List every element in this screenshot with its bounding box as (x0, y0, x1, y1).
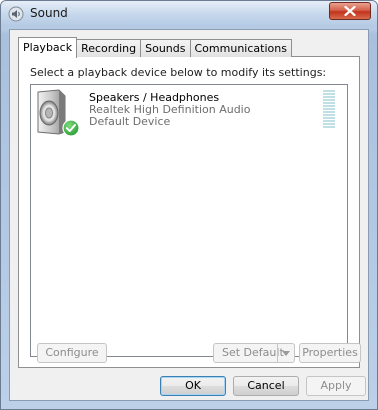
properties-button[interactable]: Properties (299, 343, 361, 363)
title-bar[interactable]: Sound (1, 1, 377, 27)
configure-button[interactable]: Configure (37, 343, 107, 363)
tab-sounds[interactable]: Sounds (140, 39, 191, 57)
volume-level-meter (323, 90, 335, 128)
tab-recording[interactable]: Recording (76, 39, 142, 57)
ok-button[interactable]: OK (160, 376, 226, 396)
instruction-text: Select a playback device below to modify… (30, 66, 327, 79)
tab-communications[interactable]: Communications (189, 39, 292, 57)
playback-panel: Select a playback device below to modify… (18, 56, 360, 368)
apply-button[interactable]: Apply (306, 376, 366, 396)
chevron-down-icon (282, 351, 290, 356)
set-default-button[interactable]: Set Default (213, 343, 295, 363)
tab-strip: Playback Recording Sounds Communications (18, 37, 292, 58)
close-button[interactable] (329, 2, 371, 20)
device-status: Default Device (89, 115, 171, 128)
set-default-label: Set Default (222, 346, 284, 359)
set-default-dropdown[interactable] (277, 344, 294, 362)
sound-dialog: Sound Playback Recording Sounds Communic… (0, 0, 378, 410)
default-checkmark-icon (62, 119, 80, 137)
cancel-button[interactable]: Cancel (233, 376, 299, 396)
close-icon (344, 6, 356, 16)
window-title: Sound (30, 6, 68, 20)
device-item-speakers[interactable]: Speakers / Headphones Realtek High Defin… (33, 88, 345, 138)
tab-playback[interactable]: Playback (18, 37, 78, 58)
speaker-title-icon (8, 6, 24, 22)
dialog-client-area: Playback Recording Sounds Communications… (9, 29, 369, 401)
playback-device-list[interactable]: Speakers / Headphones Realtek High Defin… (30, 84, 348, 357)
